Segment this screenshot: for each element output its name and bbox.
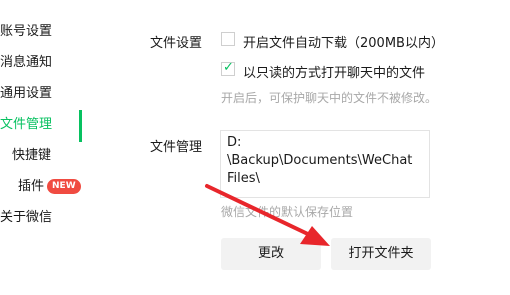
arrow-head [300,226,330,246]
red-arrow-annotation [205,184,330,246]
arrow-shaft [205,184,314,238]
